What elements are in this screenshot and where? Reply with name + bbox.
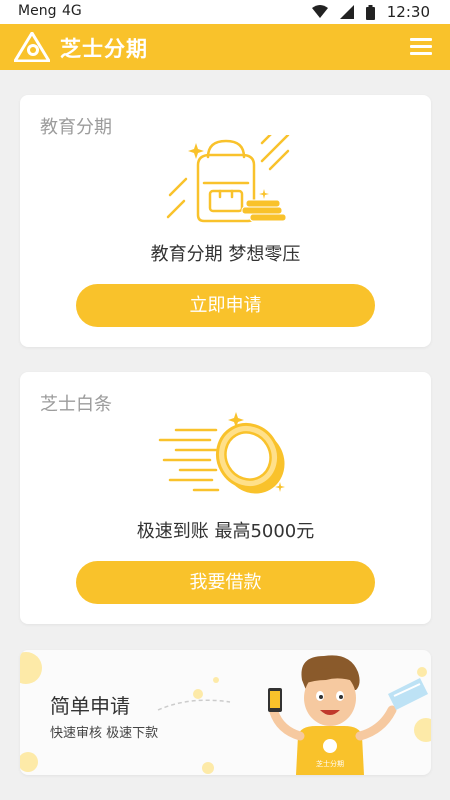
promo-title: 简单申请 <box>50 694 130 718</box>
app-title: 芝士分期 <box>60 37 148 61</box>
borrow-button[interactable]: 我要借款 <box>76 561 375 604</box>
wifi-icon <box>311 5 328 18</box>
app-bar: 芝士分期 <box>0 24 450 70</box>
card-title: 教育分期 <box>40 117 112 138</box>
zhishi-logo-icon <box>14 32 50 62</box>
mascot-icon: 芝士分期 <box>268 655 428 775</box>
carrier-name: Meng <box>18 3 57 19</box>
promo-banner[interactable]: 简单申请 快速审核 极速下款 芝士分期 <box>20 650 431 775</box>
card-slogan: 极速到账 最高5000元 <box>136 521 315 542</box>
backpack-icon <box>166 135 290 223</box>
promo-subtitle: 快速审核 极速下款 <box>50 726 159 741</box>
status-bar: Meng 4G 12:30 <box>0 0 450 24</box>
hamburger-menu-icon[interactable] <box>410 38 432 56</box>
coin-icon <box>158 412 285 494</box>
network-type: 4G <box>62 3 82 19</box>
card-slogan: 教育分期 梦想零压 <box>150 244 301 265</box>
status-icons: 12:30 <box>311 3 430 21</box>
clock: 12:30 <box>386 3 430 21</box>
zhishi-credit-card: 芝士白条 极速到账 最高5000元 我要借款 <box>20 372 431 624</box>
card-title: 芝士白条 <box>40 394 112 415</box>
education-installment-card: 教育分期 教育分期 梦想零压 立即申请 <box>20 95 431 347</box>
battery-icon <box>365 4 375 20</box>
signal-icon <box>339 5 354 19</box>
shirt-text: 芝士分期 <box>316 759 344 768</box>
apply-now-button[interactable]: 立即申请 <box>76 284 375 327</box>
